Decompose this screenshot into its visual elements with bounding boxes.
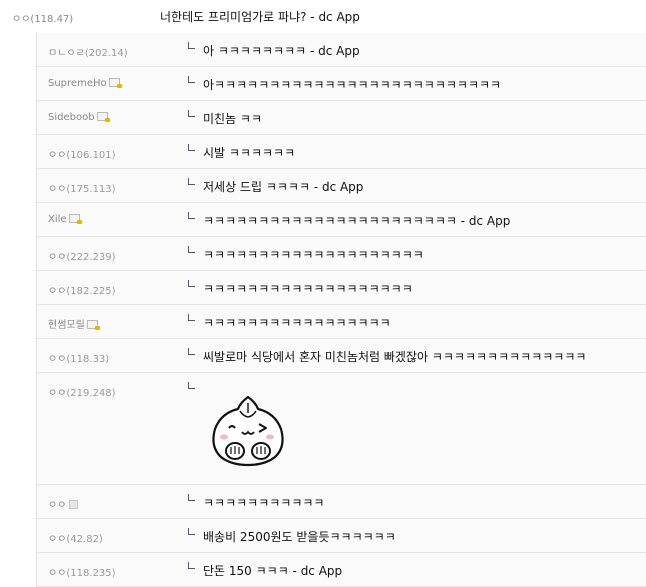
- reply-author[interactable]: ㅇㅇ(222.239): [48, 248, 116, 263]
- reply-text: 미친놈 ㅋㅋ: [203, 112, 263, 126]
- reply-author[interactable]: ㅇㅇ(42.82): [48, 530, 103, 545]
- reply-author-nick[interactable]: ㅇㅇ: [48, 354, 66, 365]
- reply-author[interactable]: Xile: [48, 214, 82, 225]
- reply-text: 씨발로마 식당에서 혼자 미친놈처럼 빠겠잖아 ㅋㅋㅋㅋㅋㅋㅋㅋㅋㅋㅋㅋㅋㅋ: [203, 350, 587, 364]
- reply-author-nick[interactable]: Sideboob: [48, 112, 95, 123]
- reply-author[interactable]: ㅇㅇ(118.235): [48, 564, 116, 579]
- reply-author-ip: (202.14): [84, 48, 128, 59]
- reply-author[interactable]: ㅇㅇ(182.225): [48, 282, 116, 297]
- reply-author-nick[interactable]: ㅇㅇ: [48, 568, 66, 579]
- reply-author-ip: (219.248): [66, 388, 116, 399]
- reply-author-ip: (118.33): [66, 354, 110, 365]
- reply-author[interactable]: ㅇㅇ(106.101): [48, 146, 116, 161]
- reply-arrow-icon: [188, 528, 195, 535]
- reply-row: ㅇㅇ(118.33) 씨발로마 식당에서 혼자 미친놈처럼 빠겠잖아 ㅋㅋㅋㅋㅋ…: [37, 339, 646, 373]
- reply-text: ㅋㅋㅋㅋㅋㅋㅋㅋㅋㅋㅋㅋㅋㅋㅋㅋㅋ: [203, 316, 391, 330]
- reply-author-nick[interactable]: ㅇㅇ: [48, 500, 66, 511]
- reply-author[interactable]: ㅇㅇ: [48, 496, 79, 511]
- reply-author-ip: (106.101): [66, 150, 116, 161]
- reply-author[interactable]: ㅇㅇ(118.33): [48, 350, 109, 365]
- reply-arrow-icon: [188, 280, 195, 287]
- reply-arrow-icon: [188, 212, 195, 219]
- reply-row: SupremeHo 아ㅋㅋㅋㅋㅋㅋㅋㅋㅋㅋㅋㅋㅋㅋㅋㅋㅋㅋㅋㅋㅋㅋㅋㅋㅋㅋ: [37, 67, 646, 101]
- reply-arrow-icon: [188, 494, 195, 501]
- reply-arrow-icon: [188, 348, 195, 355]
- reply-author[interactable]: SupremeHo: [48, 78, 122, 89]
- reply-author-nick[interactable]: ㅇㅇ: [48, 252, 66, 263]
- reply-arrow-icon: [188, 42, 195, 49]
- reply-row: ㅇㅇ(175.113) 저세상 드립 ㅋㅋㅋㅋ - dc App: [37, 169, 646, 203]
- reply-row: ㅁㄴㅇㄹ(202.14) 아 ㅋㅋㅋㅋㅋㅋㅋㅋ - dc App: [37, 33, 646, 67]
- reply-row: Xile ㅋㅋㅋㅋㅋㅋㅋㅋㅋㅋㅋㅋㅋㅋㅋㅋㅋㅋㅋㅋㅋㅋㅋ - dc App: [37, 203, 646, 237]
- reply-author-nick[interactable]: ㅇㅇ: [48, 534, 66, 545]
- reply-text: 단돈 150 ㅋㅋㅋ - dc App: [203, 564, 343, 578]
- reply-row: ㅇㅇ(222.239) ㅋㅋㅋㅋㅋㅋㅋㅋㅋㅋㅋㅋㅋㅋㅋㅋㅋㅋㅋㅋ: [37, 237, 646, 271]
- reply-author-nick[interactable]: 현썸모릴: [48, 320, 85, 331]
- reply-text: 저세상 드립 ㅋㅋㅋㅋ - dc App: [203, 180, 364, 194]
- reply-author-nick[interactable]: ㅇㅇ: [48, 184, 66, 195]
- post-author-nick[interactable]: ㅇㅇ: [12, 14, 30, 25]
- reply-text: 배송비 2500원도 받을듯ㅋㅋㅋㅋㅋㅋ: [203, 530, 396, 544]
- reply-author-ip: (175.113): [66, 184, 116, 195]
- reply-arrow-icon: [188, 562, 195, 569]
- reply-text: 아ㅋㅋㅋㅋㅋㅋㅋㅋㅋㅋㅋㅋㅋㅋㅋㅋㅋㅋㅋㅋㅋㅋㅋㅋㅋㅋ: [203, 78, 502, 92]
- reply-text: 아 ㅋㅋㅋㅋㅋㅋㅋㅋ - dc App: [203, 44, 360, 58]
- fixed-nick-icon: [86, 320, 100, 330]
- reply-author[interactable]: Sideboob: [48, 112, 110, 123]
- reply-arrow-icon: [188, 178, 195, 185]
- reply-text: ㅋㅋㅋㅋㅋㅋㅋㅋㅋㅋㅋ: [203, 496, 325, 510]
- reply-author-nick[interactable]: Xile: [48, 214, 67, 225]
- reply-text: ㅋㅋㅋㅋㅋㅋㅋㅋㅋㅋㅋㅋㅋㅋㅋㅋㅋㅋㅋ: [203, 282, 413, 296]
- reply-text: ㅋㅋㅋㅋㅋㅋㅋㅋㅋㅋㅋㅋㅋㅋㅋㅋㅋㅋㅋㅋㅋㅋㅋ - dc App: [203, 214, 511, 228]
- reply-arrow-icon: [188, 76, 195, 83]
- reply-author-nick[interactable]: ㅇㅇ: [48, 150, 66, 161]
- fixed-nick-icon: [68, 214, 82, 224]
- reply-author-nick[interactable]: SupremeHo: [48, 78, 107, 89]
- reply-author-ip: (182.225): [66, 286, 116, 297]
- reply-arrow-icon: [188, 144, 195, 151]
- reply-author-ip: (222.239): [66, 252, 116, 263]
- fixed-nick-icon: [96, 112, 110, 122]
- reply-text: ㅋㅋㅋㅋㅋㅋㅋㅋㅋㅋㅋㅋㅋㅋㅋㅋㅋㅋㅋㅋ: [203, 248, 424, 262]
- reply-row: ㅇㅇ(42.82) 배송비 2500원도 받을듯ㅋㅋㅋㅋㅋㅋ: [37, 519, 646, 553]
- reply-author-nick[interactable]: ㅁㄴㅇㄹ: [48, 48, 85, 59]
- reply-row: ㅇㅇ(219.248): [37, 373, 646, 485]
- reply-author-nick[interactable]: ㅇㅇ: [48, 286, 66, 297]
- member-icon: [69, 500, 79, 509]
- reply-author[interactable]: ㅁㄴㅇㄹ(202.14): [48, 44, 128, 59]
- post-title[interactable]: 너한테도 프리미엄가로 파냐? - dc App: [160, 8, 360, 25]
- reply-author[interactable]: ㅇㅇ(175.113): [48, 180, 116, 195]
- reply-row: ㅇㅇ(106.101) 시발 ㅋㅋㅋㅋㅋㅋ: [37, 135, 646, 169]
- reply-arrow-icon: [188, 314, 195, 321]
- reply-author-ip: (118.235): [66, 568, 116, 579]
- reply-row: 현썸모릴 ㅋㅋㅋㅋㅋㅋㅋㅋㅋㅋㅋㅋㅋㅋㅋㅋㅋ: [37, 305, 646, 339]
- reply-row: Sideboob 미친놈 ㅋㅋ: [37, 101, 646, 135]
- reply-text: 시발 ㅋㅋㅋㅋㅋㅋ: [203, 146, 296, 160]
- post-author-ip: (118.47): [30, 14, 74, 25]
- reply-author-nick[interactable]: ㅇㅇ: [48, 388, 66, 399]
- reply-row: ㅇㅇ(182.225) ㅋㅋㅋㅋㅋㅋㅋㅋㅋㅋㅋㅋㅋㅋㅋㅋㅋㅋㅋ: [37, 271, 646, 305]
- reply-row: ㅇㅇ(118.235) 단돈 150 ㅋㅋㅋ - dc App: [37, 553, 646, 587]
- comment-thread: ㅇㅇ(118.47) 너한테도 프리미엄가로 파냐? - dc App ㅁㄴㅇㄹ…: [0, 0, 646, 587]
- reply-author-ip: (42.82): [66, 534, 103, 545]
- post-row: ㅇㅇ(118.47) 너한테도 프리미엄가로 파냐? - dc App: [0, 0, 646, 33]
- reply-arrow-icon: [188, 382, 195, 389]
- reply-arrow-icon: [188, 246, 195, 253]
- reply-author[interactable]: ㅇㅇ(219.248): [48, 384, 116, 399]
- dumpling-emoticon: [212, 395, 284, 467]
- post-author[interactable]: ㅇㅇ(118.47): [12, 10, 73, 25]
- reply-list: ㅁㄴㅇㄹ(202.14) 아 ㅋㅋㅋㅋㅋㅋㅋㅋ - dc App Supreme…: [36, 33, 646, 587]
- reply-arrow-icon: [188, 110, 195, 117]
- fixed-nick-icon: [108, 78, 122, 88]
- reply-row: ㅇㅇ ㅋㅋㅋㅋㅋㅋㅋㅋㅋㅋㅋ: [37, 485, 646, 519]
- reply-author[interactable]: 현썸모릴: [48, 316, 100, 331]
